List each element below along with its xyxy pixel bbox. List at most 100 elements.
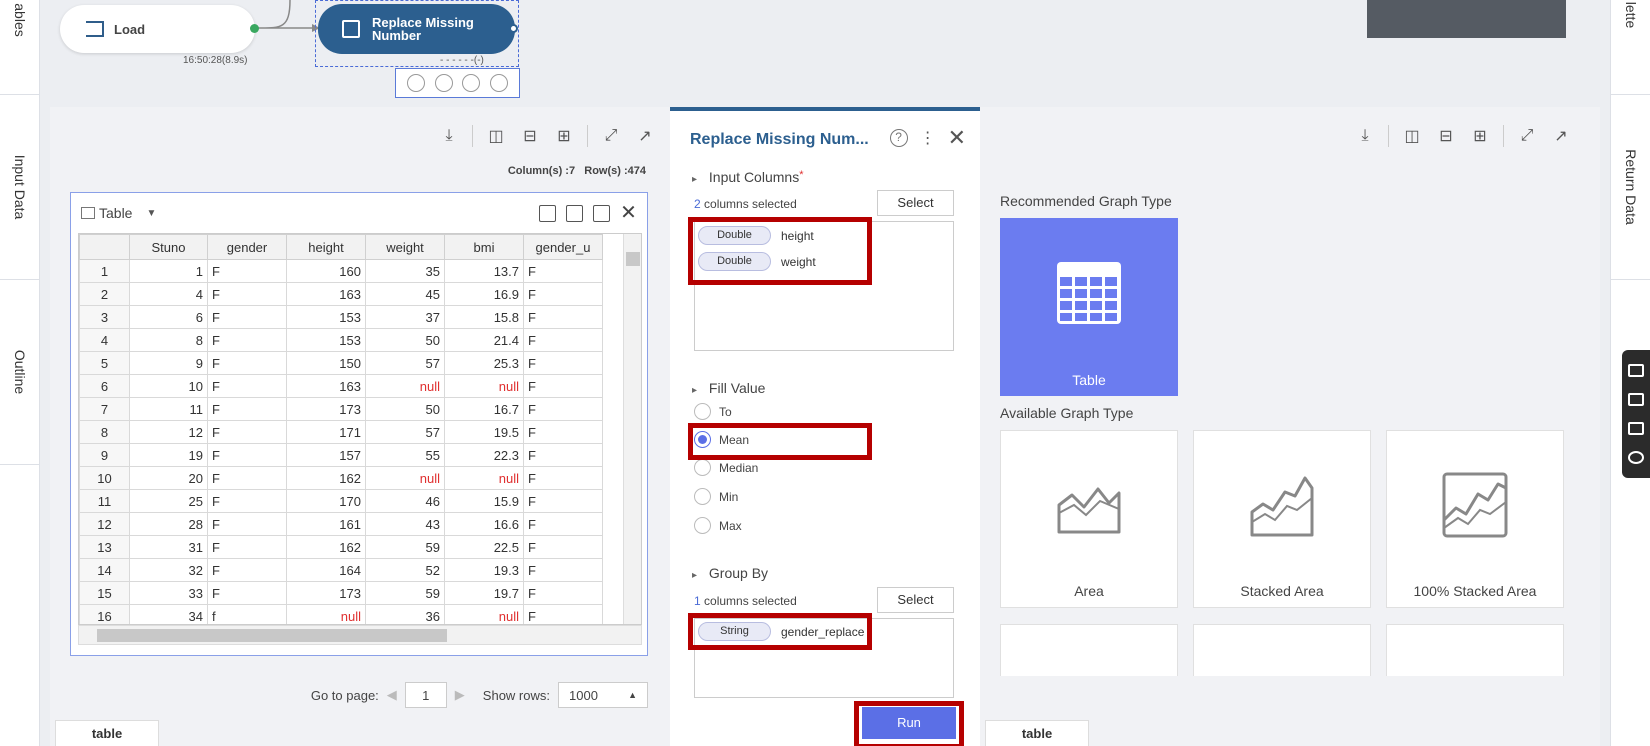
column-header[interactable]: weight xyxy=(365,234,445,260)
table-cell[interactable]: 59 xyxy=(365,581,445,605)
rail-tab-return-data[interactable]: Return Data xyxy=(1611,95,1650,280)
delete-node-icon[interactable] xyxy=(406,74,425,92)
table-row[interactable]: 16 34 f null 36 null F xyxy=(79,604,603,624)
grid-layout-icon[interactable]: ⊞ xyxy=(1469,126,1491,146)
table-cell[interactable]: 9 xyxy=(129,351,208,375)
table-cell[interactable]: F xyxy=(523,466,603,490)
camera-icon[interactable] xyxy=(1628,364,1644,377)
table-cell[interactable]: 10 xyxy=(129,374,208,398)
minimap[interactable] xyxy=(1367,0,1566,38)
table-cell[interactable]: 52 xyxy=(365,558,445,582)
table-cell[interactable]: F xyxy=(207,328,287,352)
vertical-scrollbar[interactable] xyxy=(623,234,641,624)
table-row[interactable]: 14 32 F 164 52 19.3 F xyxy=(79,558,603,582)
table-row[interactable]: 1 1 F 160 35 13.7 F xyxy=(79,259,603,283)
table-cell[interactable]: 13.7 xyxy=(444,259,524,283)
table-cell[interactable]: F xyxy=(207,512,287,536)
table-row[interactable]: 11 25 F 170 46 15.9 F xyxy=(79,489,603,513)
table-cell[interactable]: 157 xyxy=(286,443,366,467)
table-cell[interactable]: F xyxy=(207,535,287,559)
table-cell[interactable]: 163 xyxy=(286,374,366,398)
chevron-down-icon[interactable]: ▼ xyxy=(146,208,156,219)
close-icon[interactable]: ✕ xyxy=(948,127,966,149)
vertical-scroll-thumb[interactable] xyxy=(626,252,640,266)
fill-option-min[interactable]: Min xyxy=(694,488,738,505)
table-cell[interactable]: F xyxy=(523,351,603,375)
table-cell[interactable]: 6 xyxy=(129,305,208,329)
table-cell[interactable]: 37 xyxy=(365,305,445,329)
table-cell[interactable]: 55 xyxy=(365,443,445,467)
copy-icon[interactable] xyxy=(593,204,610,222)
table-cell[interactable]: F xyxy=(523,397,603,421)
table-cell[interactable]: F xyxy=(523,259,603,283)
table-cell[interactable]: null xyxy=(444,604,524,624)
group-by-select-button[interactable]: Select xyxy=(877,587,954,613)
table-cell[interactable]: 8 xyxy=(129,328,208,352)
table-cell[interactable]: F xyxy=(207,305,287,329)
graph-type-area[interactable]: Area xyxy=(1000,430,1178,608)
table-cell[interactable]: 153 xyxy=(286,328,366,352)
table-cell[interactable]: F xyxy=(523,535,603,559)
play-node-icon[interactable] xyxy=(462,74,481,92)
input-columns-select-button[interactable]: Select xyxy=(877,190,954,216)
table-row[interactable]: 9 19 F 157 55 22.3 F xyxy=(79,443,603,467)
table-cell[interactable]: 22.3 xyxy=(444,443,524,467)
table-cell[interactable]: F xyxy=(207,420,287,444)
table-cell[interactable]: 170 xyxy=(286,489,366,513)
next-page-icon[interactable]: ▶ xyxy=(455,687,465,703)
table-cell[interactable]: 150 xyxy=(286,351,366,375)
horizontal-scrollbar[interactable] xyxy=(78,625,642,645)
table-cell[interactable]: 57 xyxy=(365,420,445,444)
more-options-icon[interactable]: ⋮ xyxy=(920,128,936,148)
page-input[interactable]: 1 xyxy=(404,682,447,708)
rail-tab-outline[interactable]: Outline xyxy=(0,280,40,465)
table-cell[interactable]: F xyxy=(523,512,603,536)
fill-option-to[interactable]: To xyxy=(694,403,732,420)
load-node[interactable]: Load xyxy=(60,5,255,53)
table-cell[interactable]: 15.9 xyxy=(444,489,524,513)
table-cell[interactable]: 12 xyxy=(129,420,208,444)
split-horizontal-icon[interactable]: ⊟ xyxy=(519,126,541,146)
table-cell[interactable]: 173 xyxy=(286,397,366,421)
table-cell[interactable]: F xyxy=(207,351,287,375)
table-row[interactable]: 4 8 F 153 50 21.4 F xyxy=(79,328,603,352)
table-cell[interactable]: 16.9 xyxy=(444,282,524,306)
external-link-icon[interactable]: ↗ xyxy=(1550,126,1572,146)
table-row[interactable]: 10 20 F 162 null null F xyxy=(79,466,603,490)
table-cell[interactable]: F xyxy=(207,466,287,490)
table-cell[interactable]: 36 xyxy=(365,604,445,624)
external-link-icon[interactable]: ↗ xyxy=(634,126,656,146)
download-icon[interactable]: ⤓ xyxy=(1354,126,1376,146)
close-icon[interactable]: ✕ xyxy=(620,203,637,223)
group-by-section[interactable]: Group By xyxy=(692,565,768,581)
split-horizontal-icon[interactable]: ⊟ xyxy=(1435,126,1457,146)
prev-page-icon[interactable]: ◀ xyxy=(387,687,397,703)
split-vertical-icon[interactable]: ◫ xyxy=(485,126,507,146)
table-cell[interactable]: null xyxy=(365,466,445,490)
table-cell[interactable]: 25.3 xyxy=(444,351,524,375)
horizontal-scroll-thumb[interactable] xyxy=(97,629,447,642)
table-cell[interactable]: 20 xyxy=(129,466,208,490)
table-row[interactable]: 2 4 F 163 45 16.9 F xyxy=(79,282,603,306)
rail-tab-palette[interactable]: lette xyxy=(1611,0,1650,95)
table-row[interactable]: 8 12 F 171 57 19.5 F xyxy=(79,420,603,444)
table-cell[interactable]: 35 xyxy=(365,259,445,283)
table-cell[interactable]: 32 xyxy=(129,558,208,582)
table-cell[interactable]: 28 xyxy=(129,512,208,536)
column-header[interactable]: Stuno xyxy=(129,234,208,260)
table-cell[interactable]: 15.8 xyxy=(444,305,524,329)
table-row[interactable]: 12 28 F 161 43 16.6 F xyxy=(79,512,603,536)
table-cell[interactable]: 46 xyxy=(365,489,445,513)
column-header[interactable]: height xyxy=(286,234,366,260)
table-cell[interactable]: F xyxy=(523,604,603,624)
table-cell[interactable]: 11 xyxy=(129,397,208,421)
table-cell[interactable]: 160 xyxy=(286,259,366,283)
table-cell[interactable]: null xyxy=(286,604,366,624)
column-header[interactable]: bmi xyxy=(444,234,524,260)
table-cell[interactable]: 19.7 xyxy=(444,581,524,605)
table-cell[interactable]: 173 xyxy=(286,581,366,605)
fill-option-median[interactable]: Median xyxy=(694,459,758,476)
table-settings-icon[interactable] xyxy=(566,204,583,222)
table-cell[interactable]: 33 xyxy=(129,581,208,605)
load-output-port[interactable] xyxy=(250,24,259,33)
